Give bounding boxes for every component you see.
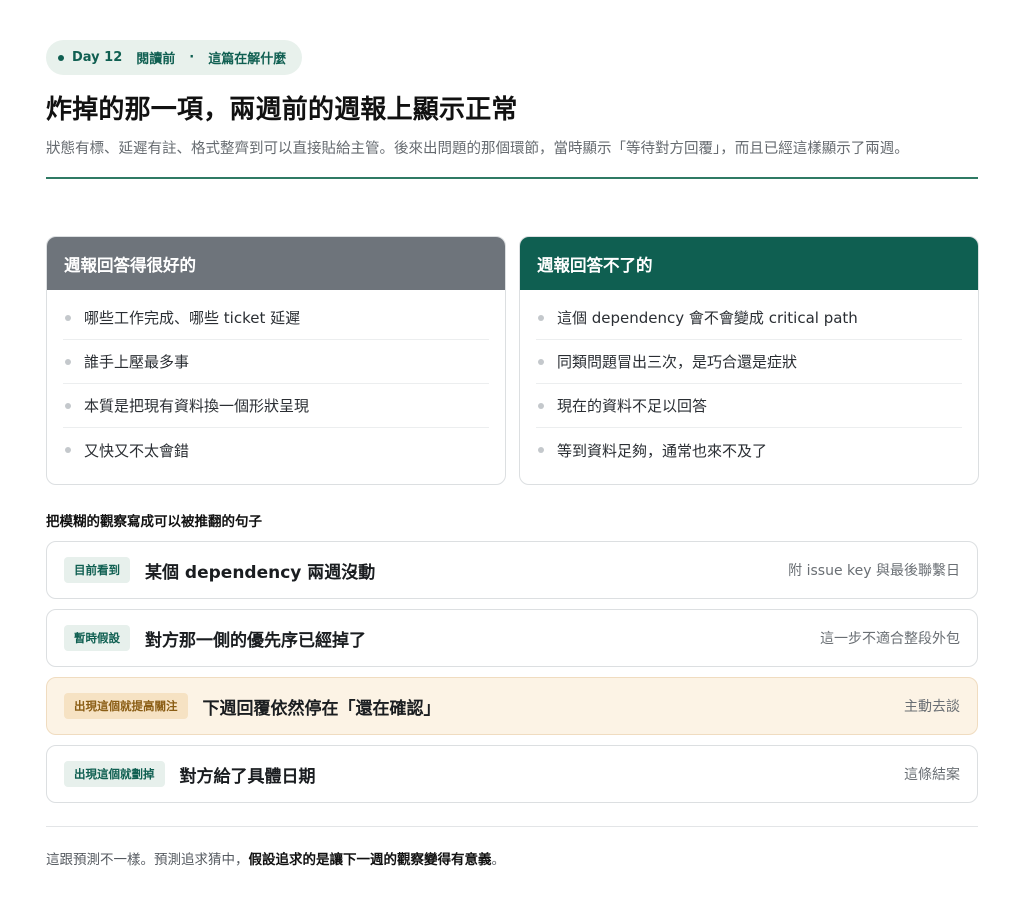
hypothesis-row-dismiss: 出現這個就劃掉 對方給了具體日期 這條結案	[46, 745, 978, 803]
row-text: 對方那一側的優先序已經掉了	[145, 630, 366, 651]
footer-text: 這跟預測不一樣。預測追求猜中，假設追求的是讓下一週的觀察變得有意義。	[46, 848, 505, 868]
card-weekly-gaps-title: 週報回答不了的	[520, 237, 978, 290]
lesson-badge: Day 12 閱讀前 · 這篇在解什麼	[46, 40, 303, 75]
row-text: 某個 dependency 兩週沒動	[145, 562, 376, 583]
row-note: 這條結案	[904, 767, 960, 783]
bullet-icon	[65, 314, 71, 321]
hypothesis-row-escalate: 出現這個就提高關注 下週回覆依然停在「還在確認」 主動去談	[46, 677, 978, 735]
list-item-label: 又快又不太會錯	[84, 441, 190, 460]
list-item-label: 本質是把現有資料換一個形狀呈現	[84, 397, 310, 415]
list-item-label: 誰手上壓最多事	[84, 353, 190, 371]
list-item: 哪些工作完成、哪些 ticket 延遲	[63, 296, 489, 340]
row-tag: 目前看到	[64, 557, 130, 583]
bullet-icon	[538, 358, 544, 365]
row-tag: 出現這個就劃掉	[64, 761, 165, 787]
page-title: 炸掉的那一項，兩週前的週報上顯示正常	[46, 95, 518, 125]
bullet-icon	[65, 447, 71, 453]
footer-divider	[46, 826, 978, 827]
status-dot-icon	[58, 54, 64, 61]
badge-topic: 這篇在解什麼	[208, 52, 287, 67]
bullet-icon	[538, 402, 544, 409]
row-note: 附 issue key 與最後聯繫日	[788, 563, 960, 579]
badge-separator: ·	[189, 50, 195, 65]
hypothesis-row-observed: 目前看到 某個 dependency 兩週沒動 附 issue key 與最後聯…	[46, 541, 978, 599]
card-weekly-good: 週報回答得很好的 哪些工作完成、哪些 ticket 延遲 誰手上壓最多事 本質是…	[46, 236, 506, 485]
footer-emphasis: 假設追求的是讓下一週的觀察變得有意義	[248, 852, 492, 868]
footer-tail: 。	[491, 852, 506, 868]
list-item: 這個 dependency 會不會變成 critical path	[536, 296, 962, 340]
list-item: 現在的資料不足以回答	[536, 384, 962, 428]
row-text: 對方給了具體日期	[179, 766, 316, 787]
row-tag: 暫時假設	[64, 625, 130, 651]
comparison-columns: 週報回答得很好的 哪些工作完成、哪些 ticket 延遲 誰手上壓最多事 本質是…	[46, 236, 979, 485]
list-item: 同類問題冒出三次，是巧合還是症狀	[536, 340, 962, 384]
header-divider	[46, 177, 978, 179]
card-weekly-good-title: 週報回答得很好的	[47, 237, 505, 290]
bullet-icon	[65, 358, 71, 365]
card-weekly-gaps-list: 這個 dependency 會不會變成 critical path 同類問題冒出…	[520, 290, 978, 472]
row-text: 下週回覆依然停在「還在確認」	[202, 698, 441, 719]
list-item-label: 這個 dependency 會不會變成 critical path	[557, 309, 858, 327]
row-note: 這一步不適合整段外包	[820, 631, 960, 647]
card-weekly-good-list: 哪些工作完成、哪些 ticket 延遲 誰手上壓最多事 本質是把現有資料換一個形…	[47, 290, 505, 472]
list-item: 誰手上壓最多事	[63, 340, 489, 384]
bullet-icon	[538, 447, 544, 453]
intro-paragraph: 狀態有標、延遲有註、格式整齊到可以直接貼給主管。後來出問題的那個環節，當時顯示「…	[46, 141, 909, 157]
list-item-label: 等到資料足夠，通常也來不及了	[557, 441, 768, 460]
row-note: 主動去談	[904, 699, 960, 715]
row-tag: 出現這個就提高關注	[64, 693, 188, 719]
badge-day: Day 12	[72, 50, 123, 65]
badge-phase: 閱讀前	[136, 52, 176, 67]
bullet-icon	[538, 314, 544, 321]
card-weekly-gaps: 週報回答不了的 這個 dependency 會不會變成 critical pat…	[519, 236, 979, 485]
list-item-label: 現在的資料不足以回答	[557, 397, 708, 415]
bullet-icon	[65, 402, 71, 409]
list-item: 又快又不太會錯	[63, 428, 489, 472]
list-item-label: 哪些工作完成、哪些 ticket 延遲	[84, 309, 301, 327]
list-item: 本質是把現有資料換一個形狀呈現	[63, 384, 489, 428]
hypothesis-row-assumption: 暫時假設 對方那一側的優先序已經掉了 這一步不適合整段外包	[46, 609, 978, 667]
list-item-label: 同類問題冒出三次，是巧合還是症狀	[557, 353, 798, 371]
footer-lead: 這跟預測不一樣。預測追求猜中，	[46, 852, 249, 868]
page-content: Day 12 閱讀前 · 這篇在解什麼 炸掉的那一項，兩週前的週報上顯示正常 狀…	[46, 40, 979, 868]
list-item: 等到資料足夠，通常也來不及了	[536, 428, 962, 472]
section-title: 把模糊的觀察寫成可以被推翻的句子	[46, 514, 262, 530]
